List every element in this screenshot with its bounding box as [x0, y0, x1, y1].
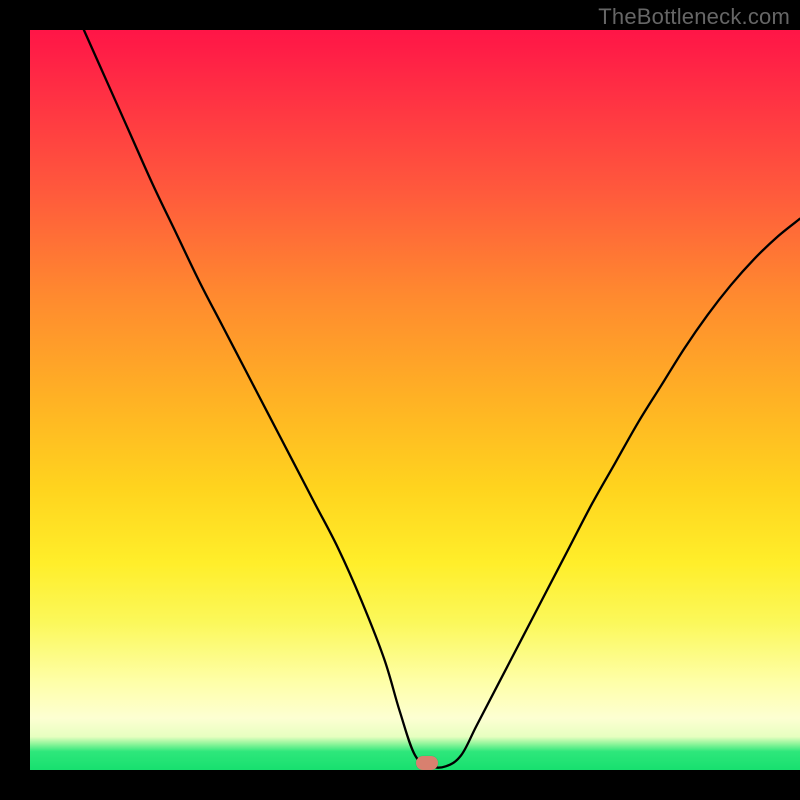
optimum-marker [416, 756, 438, 770]
chart-frame: TheBottleneck.com [0, 0, 800, 800]
plot-area [30, 30, 800, 770]
bottleneck-curve [30, 30, 800, 770]
watermark-text: TheBottleneck.com [598, 4, 790, 30]
